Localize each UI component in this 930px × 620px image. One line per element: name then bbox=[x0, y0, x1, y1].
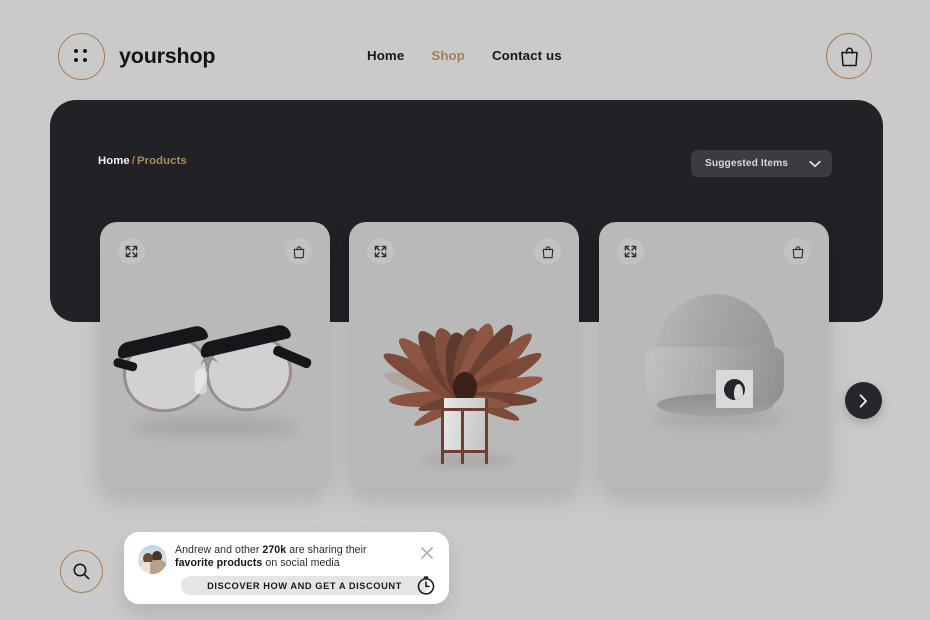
product-card-knit-beanie[interactable] bbox=[599, 222, 829, 488]
breadcrumb: Home / Products bbox=[98, 155, 187, 167]
chevron-right-icon bbox=[859, 393, 867, 408]
shopping-bag-icon bbox=[293, 245, 304, 258]
search-icon bbox=[73, 563, 90, 580]
nav-item-home[interactable]: Home bbox=[367, 48, 404, 63]
toast-timer-button[interactable] bbox=[415, 574, 437, 596]
chevron-down-icon bbox=[809, 160, 821, 167]
toast-message-part1: Andrew and other bbox=[175, 544, 263, 556]
expand-button-knit-beanie[interactable] bbox=[617, 238, 644, 265]
shopping-bag-icon bbox=[792, 245, 803, 258]
logo-dots bbox=[74, 49, 89, 64]
expand-button-potted-plant[interactable] bbox=[367, 238, 394, 265]
main-navigation: Home Shop Contact us bbox=[367, 48, 562, 63]
sort-dropdown-label: Suggested Items bbox=[705, 158, 789, 169]
discover-discount-button[interactable]: DISCOVER HOW AND GET A DISCOUNT bbox=[181, 576, 428, 595]
discover-discount-label: DISCOVER HOW AND GET A DISCOUNT bbox=[207, 580, 402, 591]
add-to-cart-knit-beanie[interactable] bbox=[784, 238, 811, 265]
breadcrumb-separator: / bbox=[131, 155, 136, 167]
expand-arrows-icon bbox=[624, 245, 637, 258]
shopping-bag-icon bbox=[840, 47, 858, 66]
shopping-bag-icon bbox=[542, 245, 553, 258]
brand-name: yourshop bbox=[119, 44, 216, 68]
social-proof-toast: Andrew and other 270k are sharing their … bbox=[124, 532, 449, 604]
add-to-cart-potted-plant[interactable] bbox=[534, 238, 561, 265]
nav-item-shop[interactable]: Shop bbox=[431, 48, 465, 63]
toast-message-highlight: favorite products bbox=[175, 557, 263, 570]
cart-button[interactable] bbox=[826, 33, 872, 79]
expand-arrows-icon bbox=[125, 245, 138, 258]
sort-dropdown[interactable]: Suggested Items bbox=[691, 150, 832, 177]
stopwatch-icon bbox=[417, 576, 435, 595]
breadcrumb-current: Products bbox=[137, 155, 187, 167]
brand-logo[interactable]: yourshop bbox=[58, 33, 216, 80]
add-to-cart-eyeglasses[interactable] bbox=[285, 238, 312, 265]
expand-arrows-icon bbox=[374, 245, 387, 258]
product-card-potted-plant[interactable] bbox=[349, 222, 579, 488]
site-header: yourshop Home Shop Contact us bbox=[0, 0, 930, 114]
toast-message: Andrew and other 270k are sharing their … bbox=[175, 544, 400, 571]
beanie-label-patch bbox=[716, 370, 753, 408]
expand-button-eyeglasses[interactable] bbox=[118, 238, 145, 265]
nav-item-contact-us[interactable]: Contact us bbox=[492, 48, 562, 63]
toast-message-count: 270k bbox=[262, 544, 287, 556]
search-button[interactable] bbox=[60, 550, 103, 593]
toast-message-part2: are sharing their bbox=[286, 544, 367, 556]
toast-close-button[interactable] bbox=[419, 545, 435, 561]
breadcrumb-home[interactable]: Home bbox=[98, 155, 130, 167]
product-card-eyeglasses[interactable] bbox=[100, 222, 330, 488]
shop-page: yourshop Home Shop Contact us Home / Produ… bbox=[0, 0, 930, 620]
toast-message-part3: on social media bbox=[262, 557, 340, 570]
four-dots-circle-icon bbox=[58, 33, 105, 80]
avatar bbox=[138, 545, 167, 574]
close-icon bbox=[421, 547, 433, 559]
carousel-next-button[interactable] bbox=[845, 382, 882, 419]
